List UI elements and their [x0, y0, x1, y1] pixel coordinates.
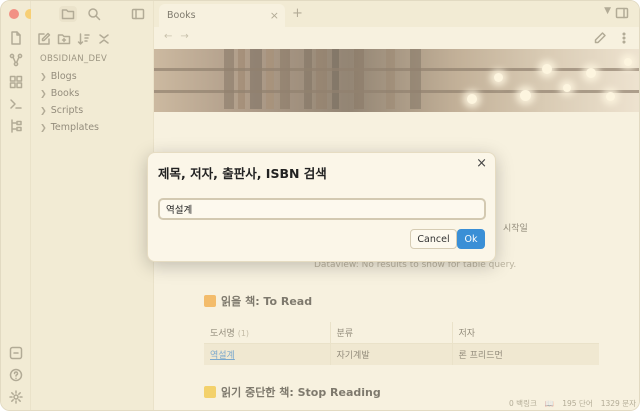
modal-title: 제목, 저자, 출판사, ISBN 검색: [158, 166, 327, 181]
book-search-modal: 제목, 저자, 출판사, ISBN 검색 × Cancel Ok: [147, 152, 496, 262]
book-search-input[interactable]: [158, 198, 486, 220]
cancel-button[interactable]: Cancel: [410, 229, 457, 249]
close-icon[interactable]: ×: [476, 156, 487, 171]
app-window: OBSIDIAN_DEV ❯ Blogs ❯ Books ❯ Scripts ❯ Tem…: [0, 0, 640, 411]
ok-button[interactable]: Ok: [457, 229, 485, 249]
